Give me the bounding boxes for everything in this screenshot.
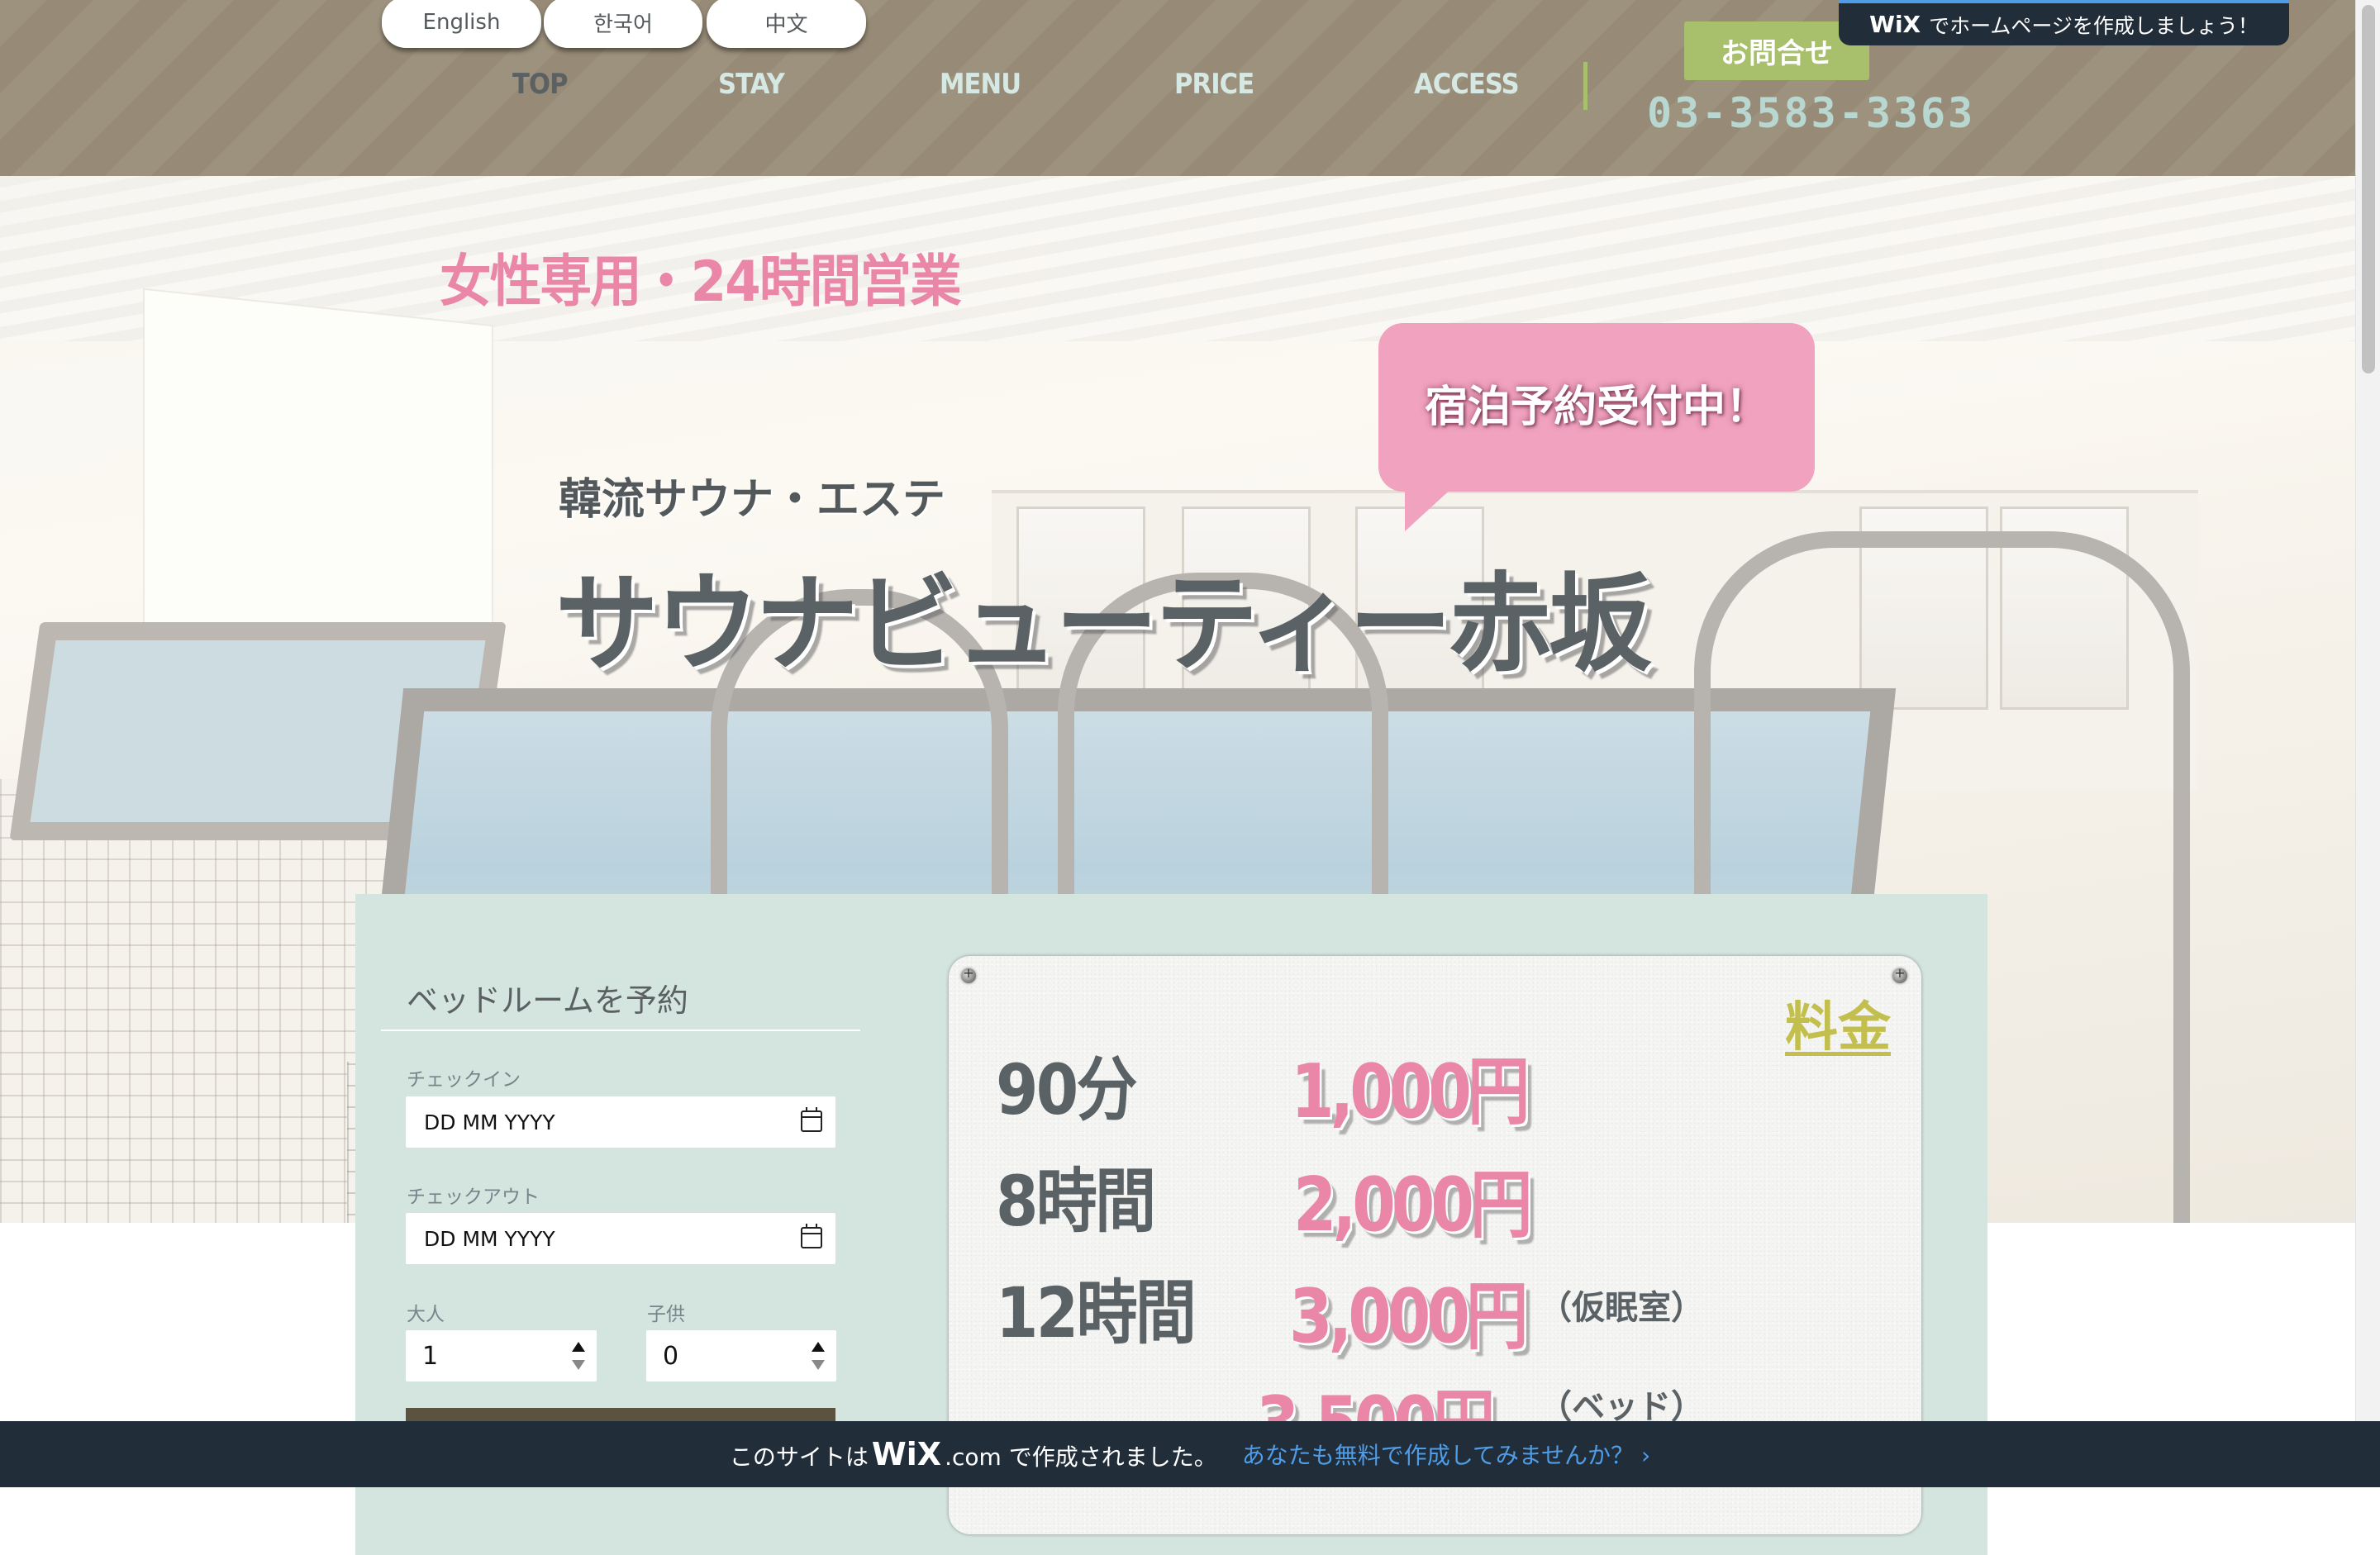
contact-label: お問合せ xyxy=(1721,37,1833,70)
phone-number[interactable]: 03-3583-3363 xyxy=(1647,89,1975,137)
increment-arrow-icon[interactable] xyxy=(812,1342,825,1352)
calendar-icon[interactable] xyxy=(801,1107,822,1132)
booking-title: ベッドルームを予約 xyxy=(407,982,688,1019)
increment-arrow-icon[interactable] xyxy=(572,1342,585,1352)
hero-tagline: 女性専用・24時間営業 xyxy=(440,250,962,315)
create-site-link[interactable]: あなたも無料で作成してみませんか？ › xyxy=(1242,1438,1650,1471)
wix-promo-banner[interactable]: WiX でホームページを作成しましょう！ xyxy=(1839,0,2289,45)
screw-icon xyxy=(961,965,976,983)
hero-subtitle: 韓流サウナ・エステ xyxy=(559,475,946,525)
adults-spinner[interactable] xyxy=(570,1342,587,1370)
screw-icon xyxy=(1892,965,1907,983)
wix-logo: WiX xyxy=(871,1436,942,1472)
adults-label: 大人 xyxy=(407,1304,445,1325)
price-heading[interactable]: 料金 xyxy=(1785,985,1891,1061)
adults-stepper[interactable]: 1 xyxy=(406,1330,597,1381)
wix-footer-bar: このサイトは WiX .com で作成されました。 あなたも無料で作成してみませんか… xyxy=(0,1421,2380,1487)
decrement-arrow-icon[interactable] xyxy=(572,1360,585,1370)
checkout-placeholder: DD MM YYYY xyxy=(424,1226,555,1251)
children-spinner[interactable] xyxy=(810,1342,826,1370)
made-suffix: .com で作成されました。 xyxy=(945,1443,1217,1471)
price-amount: 3,000円 xyxy=(1289,1273,1529,1360)
bubble-text: 宿泊予約受付中！ xyxy=(1424,382,1768,432)
reservation-speech-bubble: 宿泊予約受付中！ xyxy=(1378,323,1815,531)
checkin-label: チェックイン xyxy=(407,1069,521,1091)
price-amount: 2,000円 xyxy=(1293,1162,1533,1248)
adults-value: 1 xyxy=(422,1341,439,1371)
price-amount: 1,000円 xyxy=(1291,1049,1530,1135)
price-note: （仮眠室） xyxy=(1539,1289,1704,1327)
price-duration: 8時間 xyxy=(996,1161,1156,1242)
checkin-placeholder: DD MM YYYY xyxy=(424,1110,555,1134)
booking-divider xyxy=(381,1030,860,1031)
nav-access[interactable]: ACCESS xyxy=(1414,63,1520,106)
children-value: 0 xyxy=(663,1341,679,1371)
price-duration: 12時間 xyxy=(996,1272,1197,1353)
nav-stay[interactable]: STAY xyxy=(718,63,785,106)
language-chinese-button[interactable]: 中文 xyxy=(707,0,866,48)
nav-price[interactable]: PRICE xyxy=(1174,63,1254,106)
hero-title: サウナビューティー赤坂 xyxy=(555,561,1652,687)
nav-top[interactable]: TOP xyxy=(512,63,569,106)
wix-banner-text: でホームページを作成しましょう！ xyxy=(1929,13,2259,38)
checkout-label: チェックアウト xyxy=(407,1186,540,1208)
wix-made-with: このサイトは WiX .com で作成されました。 xyxy=(730,1436,1217,1472)
wix-logo: WiX xyxy=(1869,11,1921,38)
language-english-button[interactable]: English xyxy=(382,0,541,48)
calendar-icon[interactable] xyxy=(801,1224,822,1248)
checkin-date-input[interactable]: DD MM YYYY xyxy=(406,1096,835,1148)
checkout-date-input[interactable]: DD MM YYYY xyxy=(406,1213,835,1264)
nav-menu[interactable]: MENU xyxy=(940,63,1021,106)
children-label: 子供 xyxy=(647,1304,685,1325)
nav-divider xyxy=(1583,62,1587,110)
price-duration: 90分 xyxy=(996,1049,1138,1130)
language-korean-button[interactable]: 한국어 xyxy=(544,0,702,48)
made-prefix: このサイトは xyxy=(729,1443,869,1471)
scrollbar-thumb[interactable] xyxy=(2362,5,2375,373)
children-stepper[interactable]: 0 xyxy=(646,1330,836,1381)
decrement-arrow-icon[interactable] xyxy=(812,1360,825,1370)
